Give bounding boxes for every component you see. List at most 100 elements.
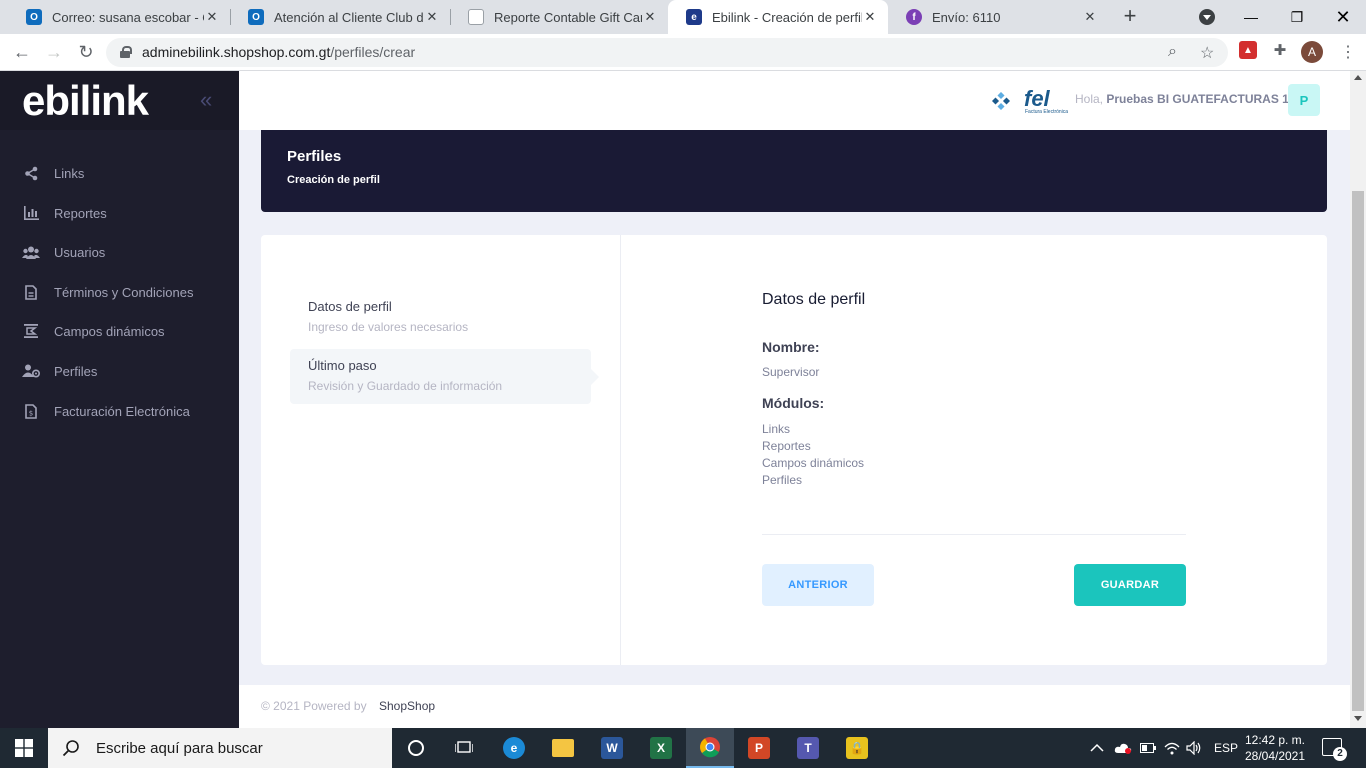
brand-area: ebilink « (0, 71, 239, 130)
back-icon[interactable]: ← (10, 41, 34, 65)
onedrive-icon[interactable] (1114, 728, 1132, 768)
zoom-icon[interactable]: ⌕ (1168, 43, 1177, 61)
chrome-icon[interactable] (686, 728, 734, 768)
menu-kebab-icon[interactable]: ⋮ (1340, 42, 1356, 62)
sidebar-item-campos-dinamicos[interactable]: Campos dinámicos (0, 313, 239, 349)
browser-tab-envio[interactable]: f Envío: 6110 ✕ (888, 0, 1108, 34)
module-item: Links (762, 422, 791, 436)
ebilink-logo[interactable]: ebilink (22, 77, 149, 125)
user-greeting[interactable]: Hola, Pruebas BI GUATEFACTURAS 1 (1075, 92, 1289, 106)
sidebar: ebilink « Links Reportes Usuarios Términ… (0, 71, 239, 728)
lock-icon[interactable] (120, 46, 132, 58)
restore-button[interactable]: ❐ (1274, 0, 1320, 34)
sidebar-item-usuarios[interactable]: Usuarios (0, 234, 239, 270)
profile-avatar[interactable]: A (1301, 41, 1323, 63)
search-icon (62, 740, 79, 757)
sidebar-item-label: Reportes (54, 205, 107, 221)
file-explorer-icon[interactable] (539, 728, 587, 768)
wizard-step-ultimo[interactable]: Último paso Revisión y Guardado de infor… (290, 349, 591, 404)
main-content: fel Factura Electrónica Hola, Pruebas BI… (239, 71, 1350, 728)
teams-icon[interactable]: T (784, 728, 832, 768)
footer-shopshop-link[interactable]: ShopShop (379, 699, 435, 713)
powerpoint-icon[interactable]: P (735, 728, 783, 768)
sidebar-item-facturacion[interactable]: $ Facturación Electrónica (0, 393, 239, 429)
lock-app-icon[interactable]: 🔒 (833, 728, 881, 768)
pdf-extension-icon[interactable]: ▲ (1239, 41, 1257, 59)
forward-icon[interactable]: → (42, 41, 66, 65)
fel-subtitle: Factura Electrónica (1025, 109, 1069, 115)
clock-date: 28/04/2021 (1244, 749, 1306, 763)
modules-label: Módulos: (762, 395, 825, 411)
browser-tab-outlook-atencion[interactable]: O Atención al Cliente Club de C ✕ (230, 0, 450, 34)
tab-title: Atención al Cliente Club de C (274, 9, 424, 25)
new-tab-button[interactable]: + (1118, 5, 1142, 29)
sidebar-item-terminos[interactable]: Términos y Condiciones (0, 274, 239, 310)
profiles-icon (22, 362, 40, 380)
sidebar-item-links[interactable]: Links (0, 155, 239, 191)
minimize-button[interactable]: — (1228, 0, 1274, 34)
close-icon[interactable]: ✕ (642, 9, 658, 25)
windows-start-button[interactable] (0, 728, 48, 768)
user-avatar[interactable]: P (1288, 84, 1320, 116)
footer-copyright: © 2021 Powered by (261, 699, 367, 713)
search-placeholder: Escribe aquí para buscar (96, 739, 263, 757)
bookmark-star-icon[interactable]: ☆ (1200, 43, 1214, 63)
top-header: fel Factura Electrónica Hola, Pruebas BI… (239, 71, 1350, 130)
sidebar-item-reportes[interactable]: Reportes (0, 195, 239, 231)
review-title: Datos de perfil (762, 291, 866, 308)
browser-tab-outlook-mail[interactable]: O Correo: susana escobar - Out ✕ (8, 0, 230, 34)
module-item: Perfiles (762, 473, 803, 487)
cortana-icon[interactable] (392, 728, 440, 768)
edge-icon[interactable]: e (490, 728, 538, 768)
taskbar-search-box[interactable]: Escribe aquí para buscar (48, 728, 392, 768)
step-title: Último paso (308, 358, 377, 373)
app-grid-icon[interactable] (991, 91, 1011, 111)
close-window-button[interactable]: ✕ (1320, 0, 1366, 34)
tab-title: Envío: 6110 (932, 9, 1001, 25)
sidebar-item-label: Campos dinámicos (54, 323, 165, 339)
show-hidden-icons[interactable] (1090, 728, 1104, 768)
file-icon (22, 283, 40, 301)
close-icon[interactable]: ✕ (424, 9, 440, 25)
language-indicator[interactable]: ESP (1214, 728, 1238, 768)
tab-search-icon[interactable] (1199, 9, 1215, 25)
page-title: Perfiles (287, 148, 342, 165)
system-clock[interactable]: 12:42 p. m. 28/04/2021 (1240, 732, 1310, 764)
word-icon[interactable]: W (588, 728, 636, 768)
invoice-icon: $ (22, 402, 40, 420)
ebilink-icon: e (686, 9, 702, 25)
sidebar-item-label: Links (54, 165, 85, 181)
scroll-down-arrow[interactable] (1354, 716, 1362, 721)
document-icon (468, 9, 484, 25)
step-description: Ingreso de valores necesarios (308, 320, 469, 334)
previous-button[interactable]: ANTERIOR (762, 564, 874, 606)
task-view-icon[interactable] (440, 728, 488, 768)
module-item: Campos dinámicos (762, 456, 865, 470)
address-bar[interactable]: adminebilink.shopshop.com.gt/perfiles/cr… (106, 38, 1228, 67)
page-subtitle: Creación de perfil (287, 174, 380, 186)
battery-icon[interactable] (1140, 728, 1156, 768)
volume-icon[interactable] (1186, 728, 1202, 768)
save-button[interactable]: GUARDAR (1074, 564, 1186, 606)
browser-tab-reporte[interactable]: Reporte Contable Gift Cards - ✕ (450, 0, 668, 34)
reload-icon[interactable]: ↻ (74, 41, 98, 65)
extensions-puzzle-icon[interactable]: ✚ (1271, 41, 1289, 59)
close-icon[interactable]: ✕ (204, 9, 220, 25)
browser-tab-ebilink[interactable]: e Ebilink - Creación de perfil ✕ (668, 0, 888, 34)
tab-title: Reporte Contable Gift Cards - (494, 9, 642, 25)
outlook-icon: O (248, 9, 264, 25)
name-label: Nombre: (762, 339, 820, 355)
page-scrollbar[interactable] (1350, 71, 1366, 728)
wifi-icon[interactable] (1164, 728, 1180, 768)
close-icon[interactable]: ✕ (1082, 9, 1098, 25)
name-value: Supervisor (762, 365, 820, 379)
page-footer: © 2021 Powered by ShopShop (239, 685, 1350, 728)
sidebar-item-perfiles[interactable]: Perfiles (0, 353, 239, 389)
scroll-thumb[interactable] (1352, 191, 1364, 711)
collapse-sidebar-icon[interactable]: « (200, 87, 212, 113)
scroll-up-arrow[interactable] (1354, 75, 1362, 80)
excel-icon[interactable]: X (637, 728, 685, 768)
tab-title: Ebilink - Creación de perfil (712, 9, 862, 25)
close-icon[interactable]: ✕ (862, 9, 878, 25)
wizard-step-datos[interactable]: Datos de perfil Ingreso de valores neces… (290, 290, 591, 345)
